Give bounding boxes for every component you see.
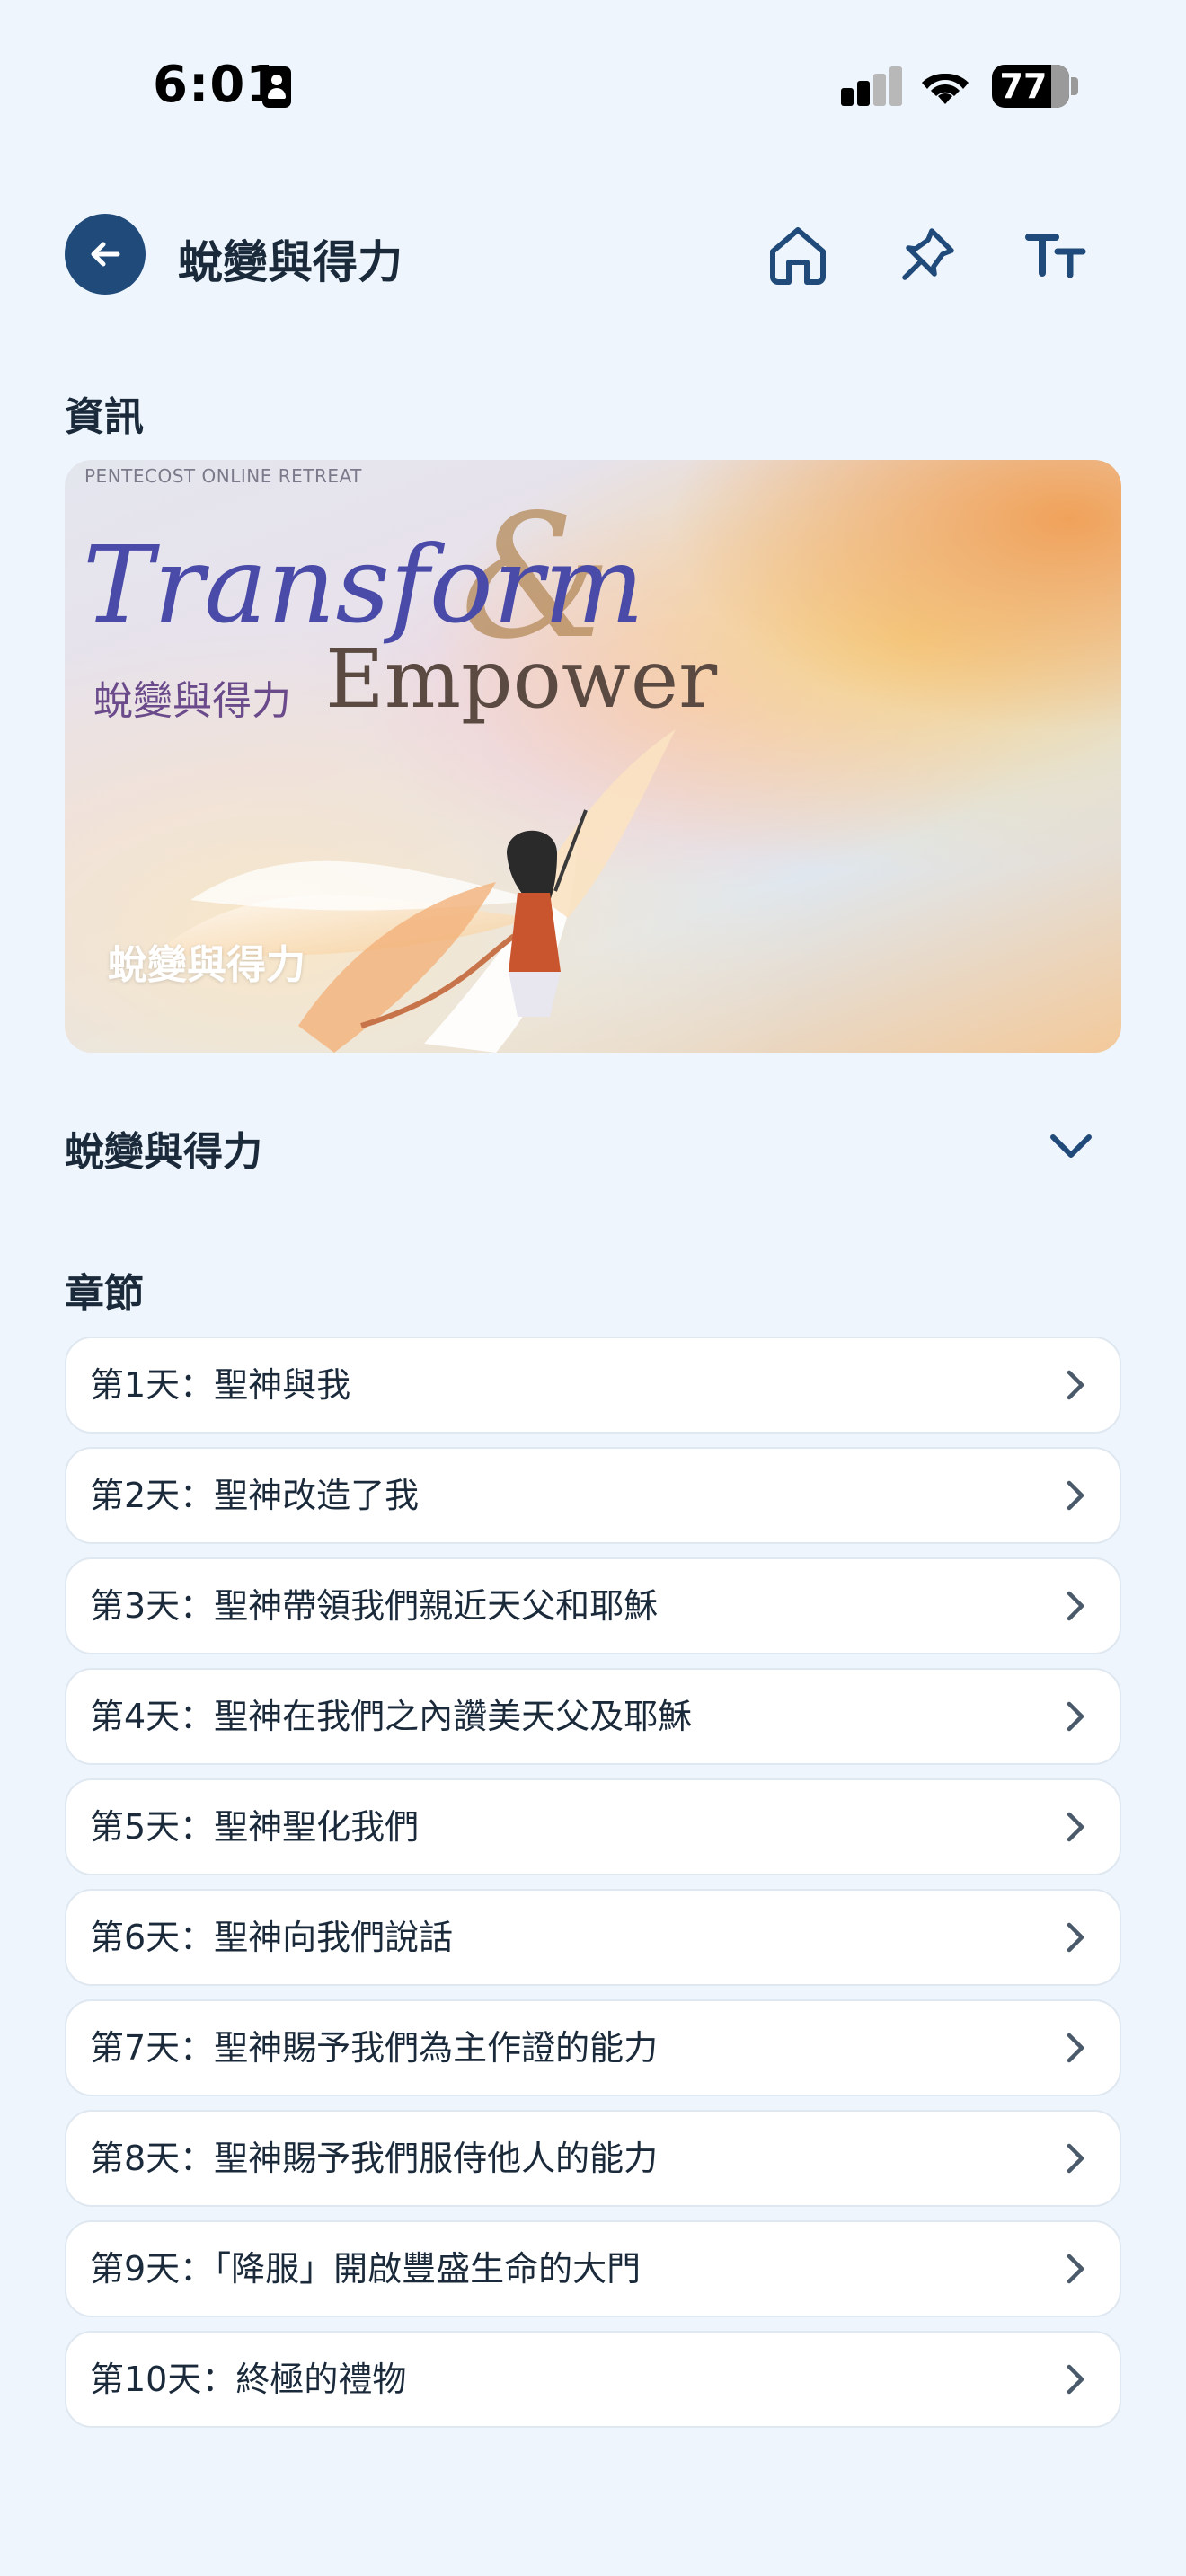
pin-button[interactable] (890, 217, 965, 293)
banner-title-zh: 蛻變與得力 (93, 678, 291, 724)
banner-caption: 蛻變與得力 (108, 942, 305, 988)
battery-percent: 77 (999, 66, 1048, 106)
chapter-item-8[interactable]: 第8天：聖神賜予我們服侍他人的能力 (65, 2110, 1121, 2207)
chevron-right-icon (1067, 1812, 1084, 1842)
back-button[interactable] (65, 214, 146, 295)
accordion-header[interactable]: 蛻變與得力 (65, 1105, 1121, 1186)
chapter-label: 第6天：聖神向我們說話 (90, 1918, 454, 1957)
chevron-right-icon (1067, 1370, 1084, 1400)
section-label-info: 資訊 (65, 394, 144, 440)
chapter-label: 第5天：聖神聖化我們 (90, 1807, 420, 1847)
chapter-label: 第4天：聖神在我們之內讚美天父及耶穌 (90, 1697, 693, 1736)
chapter-label: 第10天：終極的禮物 (90, 2360, 407, 2399)
home-icon (770, 227, 826, 285)
chapter-item-7[interactable]: 第7天：聖神賜予我們為主作證的能力 (65, 1999, 1121, 2096)
banner-image[interactable]: PENTECOST ONLINE RETREAT & Transform 蛻變與… (65, 460, 1121, 1053)
chapter-item-5[interactable]: 第5天：聖神聖化我們 (65, 1778, 1121, 1875)
section-label-chapters: 章節 (65, 1271, 144, 1317)
chapter-label: 第1天：聖神與我 (90, 1365, 351, 1405)
chevron-right-icon (1067, 2033, 1084, 2063)
chevron-right-icon (1067, 2254, 1084, 2284)
chevron-right-icon (1067, 1480, 1084, 1511)
chevron-right-icon (1067, 2143, 1084, 2174)
chapter-item-3[interactable]: 第3天：聖神帶領我們親近天父和耶穌 (65, 1557, 1121, 1654)
chapter-item-4[interactable]: 第4天：聖神在我們之內讚美天父及耶穌 (65, 1668, 1121, 1765)
chapter-list: 第1天：聖神與我 第2天：聖神改造了我 第3天：聖神帶領我們親近天父和耶穌 第4… (65, 1337, 1121, 2441)
cellular-signal-icon (841, 66, 904, 108)
chapter-label: 第7天：聖神賜予我們為主作證的能力 (90, 2028, 659, 2068)
chapter-label: 第8天：聖神賜予我們服侍他人的能力 (90, 2139, 659, 2178)
accordion-title: 蛻變與得力 (65, 1129, 262, 1175)
chapter-label: 第9天：「降服」開啟豐盛生命的大門 (90, 2249, 642, 2289)
angel-illustration (155, 729, 676, 1053)
chapter-item-10[interactable]: 第10天：終極的禮物 (65, 2331, 1121, 2428)
chapter-label: 第3天：聖神帶領我們親近天父和耶穌 (90, 1586, 659, 1626)
battery-icon: 77 (992, 65, 1069, 108)
header: 蛻變與得力 (0, 207, 1186, 300)
battery-cap (1071, 77, 1078, 95)
chevron-down-icon (1050, 1134, 1092, 1158)
chevron-right-icon (1067, 1591, 1084, 1621)
page-title: 蛻變與得力 (178, 236, 403, 288)
chapter-item-9[interactable]: 第9天：「降服」開啟豐盛生命的大門 (65, 2220, 1121, 2317)
chapter-label: 第2天：聖神改造了我 (90, 1476, 420, 1515)
font-size-button[interactable] (1019, 217, 1094, 293)
contact-badge-icon (262, 66, 291, 108)
text-size-icon (1025, 234, 1086, 278)
chevron-right-icon (1067, 2364, 1084, 2395)
chapter-item-6[interactable]: 第6天：聖神向我們說話 (65, 1889, 1121, 1986)
banner-title: Transform (83, 523, 645, 647)
chapter-item-2[interactable]: 第2天：聖神改造了我 (65, 1447, 1121, 1544)
banner-eyebrow: PENTECOST ONLINE RETREAT (84, 465, 362, 487)
status-bar: 6:01 77 (0, 0, 1186, 171)
banner-subtitle: Empower (325, 632, 718, 727)
home-button[interactable] (760, 217, 836, 293)
wifi-icon (922, 73, 969, 104)
pin-icon (902, 228, 954, 280)
chevron-right-icon (1067, 1701, 1084, 1732)
chapter-item-1[interactable]: 第1天：聖神與我 (65, 1337, 1121, 1434)
chevron-right-icon (1067, 1922, 1084, 1953)
arrow-left-icon (91, 242, 120, 267)
